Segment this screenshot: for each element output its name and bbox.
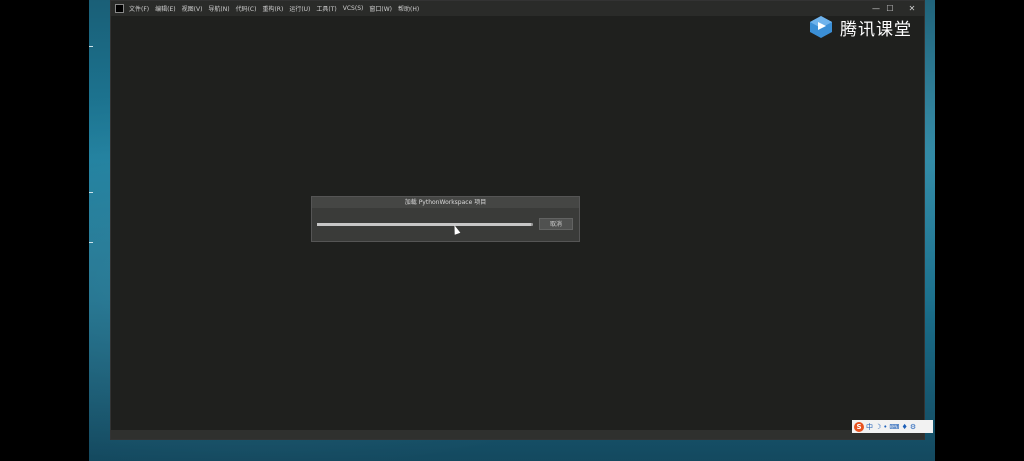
menu-vcs[interactable]: VCS(S) bbox=[343, 5, 364, 12]
edge-mark bbox=[89, 192, 93, 193]
dialog-title: 加载 PythonWorkspace 项目 bbox=[312, 197, 579, 208]
progress-fill bbox=[317, 223, 531, 226]
tencent-classroom-watermark: 腾讯课堂 bbox=[808, 14, 912, 40]
tencent-classroom-logo-icon bbox=[810, 16, 832, 38]
menu-navigate[interactable]: 导航(N) bbox=[208, 4, 229, 13]
cancel-button[interactable]: 取消 bbox=[539, 218, 573, 230]
dot-icon[interactable]: • bbox=[883, 423, 887, 431]
loading-progress-bar bbox=[317, 223, 533, 226]
menu-refactor[interactable]: 重构(R) bbox=[262, 4, 283, 13]
loading-project-dialog: 加载 PythonWorkspace 项目 取消 bbox=[311, 196, 580, 242]
keyboard-icon[interactable]: ⌨ bbox=[889, 423, 899, 431]
ime-toolbar: S 中 ☽ • ⌨ ♦ ⚙ bbox=[852, 420, 933, 433]
pycharm-app-icon[interactable] bbox=[115, 4, 124, 13]
menu-bar: 文件(F) 编辑(E) 视图(V) 导航(N) 代码(C) 重构(R) 运行(U… bbox=[111, 1, 924, 16]
sogou-ime-icon[interactable]: S bbox=[854, 421, 864, 432]
menu-edit[interactable]: 编辑(E) bbox=[155, 4, 175, 13]
status-bar bbox=[111, 430, 924, 439]
watermark-text: 腾讯课堂 bbox=[840, 19, 912, 40]
menu-window[interactable]: 窗口(W) bbox=[369, 4, 392, 13]
menu-help[interactable]: 帮助(H) bbox=[398, 4, 419, 13]
menu-view[interactable]: 视图(V) bbox=[182, 4, 203, 13]
menu-tools[interactable]: 工具(T) bbox=[316, 4, 336, 13]
menu-code[interactable]: 代码(C) bbox=[236, 4, 257, 13]
ime-mode-chinese[interactable]: 中 bbox=[866, 422, 873, 432]
menu-file[interactable]: 文件(F) bbox=[129, 4, 149, 13]
edge-mark bbox=[89, 46, 93, 47]
edge-mark bbox=[89, 242, 93, 243]
gear-icon[interactable]: ⚙ bbox=[910, 423, 916, 431]
shirt-icon[interactable]: ♦ bbox=[902, 423, 908, 431]
moon-icon[interactable]: ☽ bbox=[875, 423, 881, 431]
menu-run[interactable]: 运行(U) bbox=[289, 4, 310, 13]
